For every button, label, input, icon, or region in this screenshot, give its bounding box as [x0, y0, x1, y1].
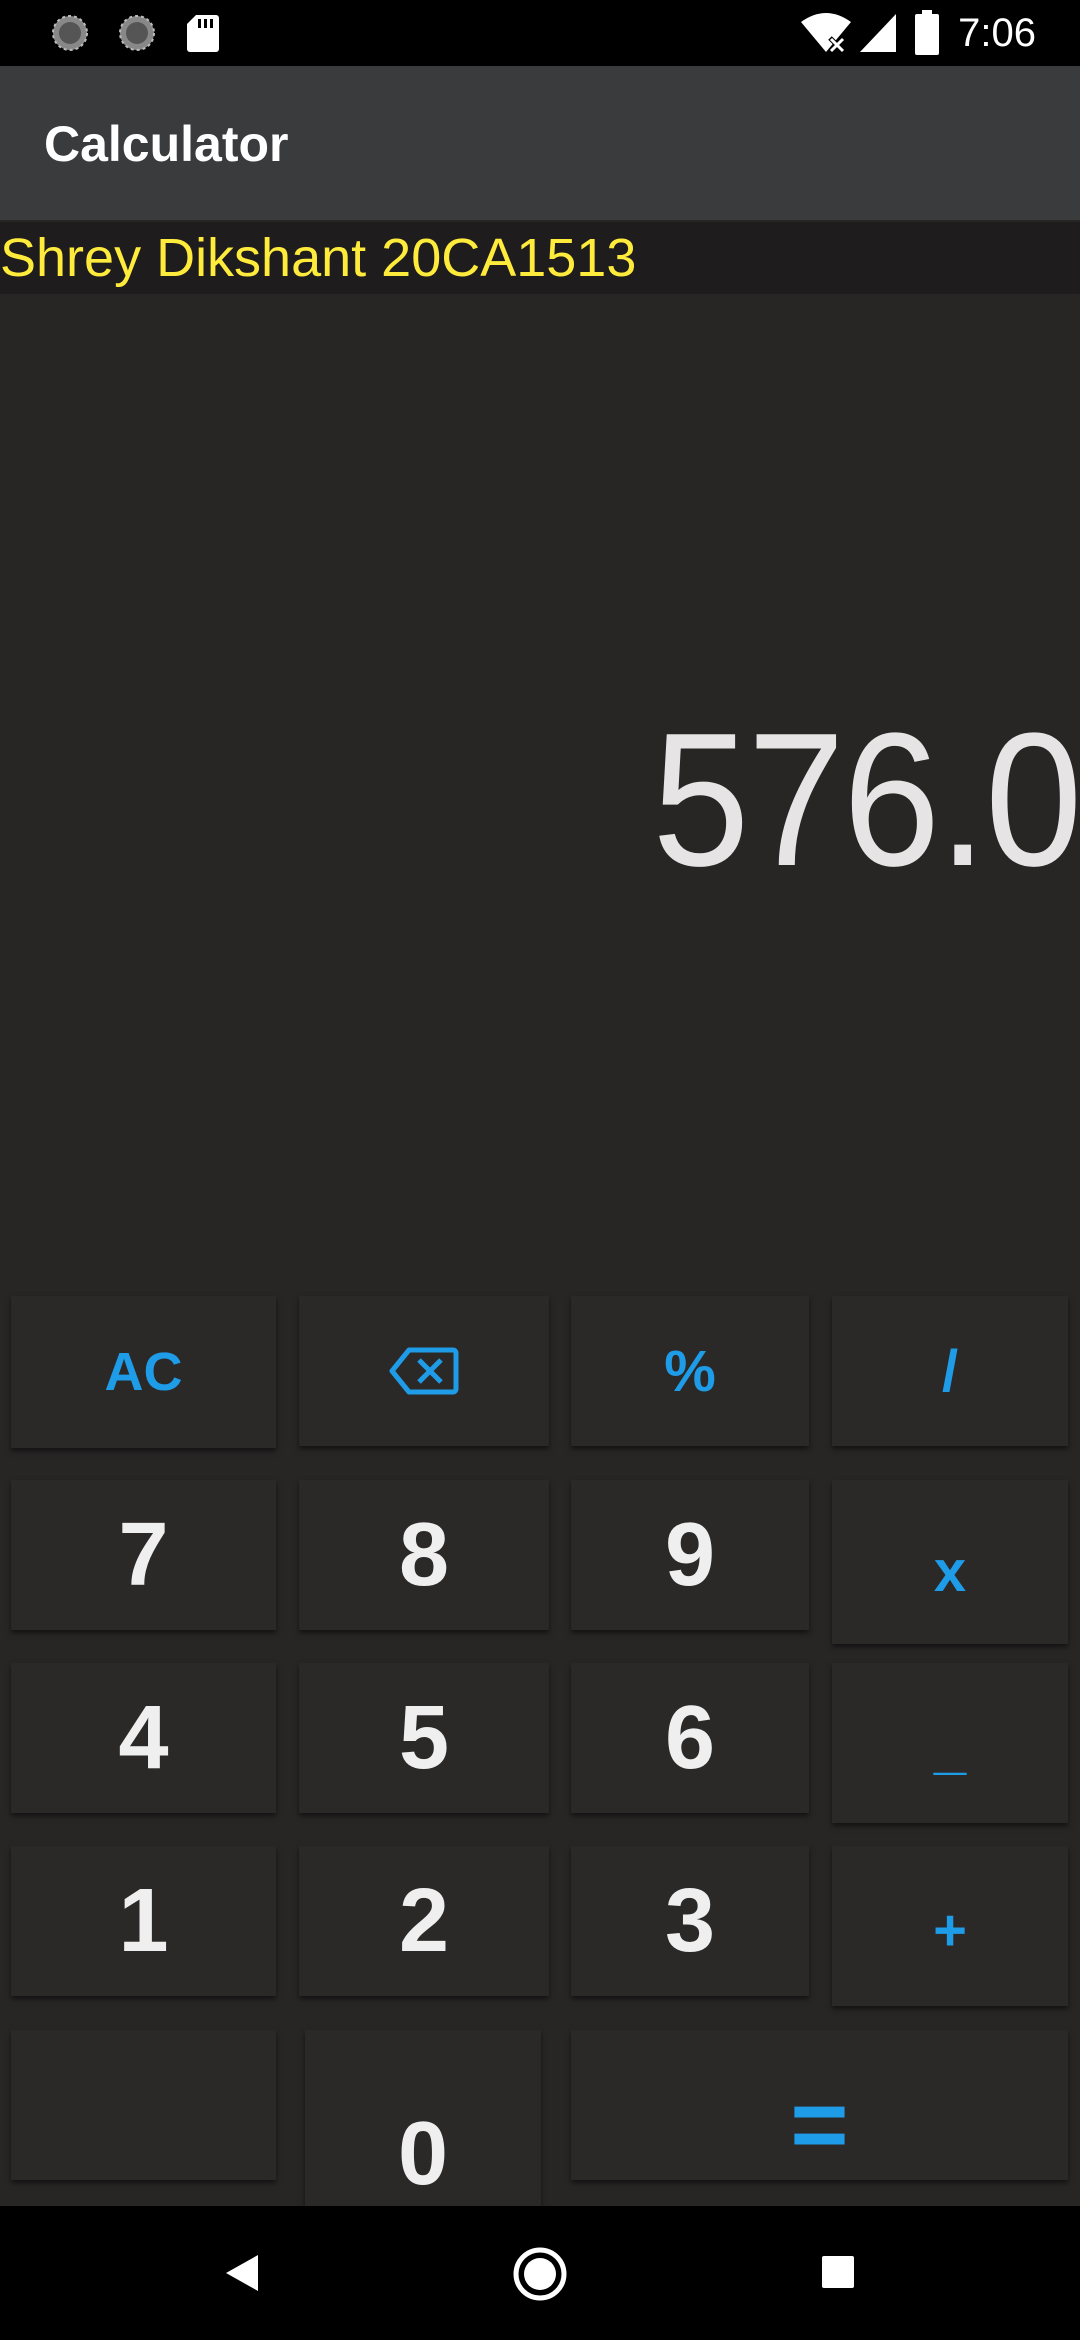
sync-icon — [52, 15, 88, 51]
status-bar: 7:06 — [0, 0, 1080, 66]
eight-label: 8 — [398, 1504, 450, 1605]
name-text: Shrey Dikshant 20CA1513 — [0, 228, 637, 288]
decimal-label: . — [130, 2129, 156, 2181]
six-button[interactable]: 6 — [571, 1663, 809, 1813]
plus-button[interactable]: + — [832, 1846, 1068, 2006]
multiply-button[interactable]: x — [832, 1480, 1068, 1644]
wifi-off-icon — [801, 13, 851, 54]
result-display: 576.0 — [651, 694, 1080, 906]
signal-icon — [860, 14, 896, 52]
name-strip: Shrey Dikshant 20CA1513 — [0, 222, 1080, 294]
six-label: 6 — [664, 1687, 716, 1788]
five-label: 5 — [398, 1687, 450, 1788]
seven-button[interactable]: 7 — [11, 1480, 276, 1630]
four-button[interactable]: 4 — [11, 1663, 276, 1813]
recents-icon[interactable] — [820, 2254, 856, 2290]
plus-label: + — [933, 1897, 967, 1963]
sd-card-icon — [187, 15, 219, 52]
clear-button[interactable]: AC — [11, 1296, 276, 1448]
decimal-button[interactable]: . — [11, 2030, 276, 2180]
battery-icon — [915, 10, 939, 55]
navigation-bar — [0, 2206, 1080, 2340]
back-icon[interactable] — [220, 2251, 264, 2295]
zero-label: 0 — [397, 2103, 449, 2204]
two-button[interactable]: 2 — [299, 1846, 549, 1996]
seven-label: 7 — [118, 1504, 169, 1605]
five-button[interactable]: 5 — [299, 1663, 549, 1813]
sync-icon — [119, 15, 155, 51]
three-button[interactable]: 3 — [571, 1846, 809, 1996]
zero-button[interactable]: 0 — [305, 2030, 541, 2206]
minus-label: _ — [933, 1715, 967, 1781]
clear-label: AC — [104, 1342, 183, 1402]
nine-label: 9 — [664, 1504, 716, 1605]
backspace-button[interactable] — [299, 1296, 549, 1446]
one-button[interactable]: 1 — [11, 1846, 276, 1996]
one-label: 1 — [118, 1870, 169, 1971]
three-label: 3 — [664, 1870, 716, 1971]
divide-button[interactable]: / — [832, 1296, 1068, 1446]
app-bar: Calculator — [0, 66, 1080, 220]
minus-button[interactable]: _ — [832, 1663, 1068, 1823]
backspace-icon — [389, 1347, 459, 1395]
percent-label: % — [664, 1338, 716, 1404]
divide-label: / — [941, 1338, 959, 1404]
equals-button[interactable]: = — [571, 2030, 1068, 2180]
home-icon[interactable] — [512, 2246, 568, 2302]
multiply-label: x — [933, 1538, 967, 1604]
status-time: 7:06 — [958, 11, 1036, 55]
app-title: Calculator — [44, 116, 289, 172]
two-label: 2 — [398, 1870, 450, 1971]
nine-button[interactable]: 9 — [571, 1480, 809, 1630]
four-label: 4 — [118, 1687, 169, 1788]
equals-label: = — [790, 2069, 849, 2181]
eight-button[interactable]: 8 — [299, 1480, 549, 1630]
percent-button[interactable]: % — [571, 1296, 809, 1446]
